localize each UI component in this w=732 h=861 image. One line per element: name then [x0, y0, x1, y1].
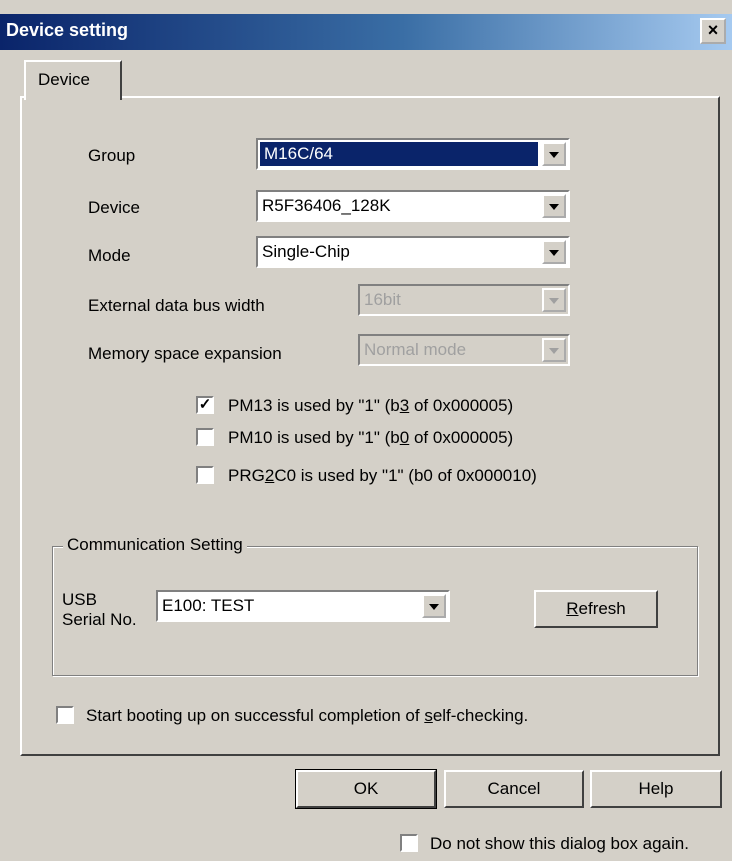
pm13-label-b: of 0x000005)	[409, 396, 514, 415]
chevron-down-icon[interactable]	[422, 594, 446, 618]
check-icon: ✓	[198, 396, 212, 413]
window-title: Device setting	[6, 20, 129, 40]
close-icon: ×	[707, 20, 719, 40]
chevron-down-icon[interactable]	[542, 240, 566, 264]
ext-bus-value: 16bit	[364, 290, 401, 309]
mem-exp-select: Normal mode	[358, 334, 570, 366]
prg2c0-label-u: 2	[264, 466, 275, 485]
prg2c0-checkbox[interactable]	[196, 466, 214, 484]
selfcheck-checkbox[interactable]	[56, 706, 74, 724]
pm10-label-b: of 0x000005)	[409, 428, 514, 447]
usb-label-line1: USB	[62, 590, 97, 609]
close-button[interactable]: ×	[700, 18, 726, 44]
title-bar[interactable]: Device setting ×	[0, 14, 732, 50]
pm10-label-u: 0	[399, 428, 410, 447]
group-value: M16C/64	[260, 142, 538, 166]
ext-bus-select: 16bit	[358, 284, 570, 316]
device-label: Device	[88, 198, 140, 217]
dont-show-label: Do not show this dialog box again.	[430, 834, 689, 853]
chevron-down-icon	[542, 338, 566, 362]
selfcheck-label-b: elf-checking.	[432, 706, 529, 725]
dont-show-checkbox[interactable]	[400, 834, 418, 852]
communication-legend: Communication Setting	[63, 535, 247, 555]
tab-device[interactable]: Device	[24, 60, 122, 100]
selfcheck-label: Start booting up on successful completio…	[86, 706, 528, 726]
pm13-label: PM13 is used by "1" (b3 of 0x000005)	[228, 396, 513, 416]
mode-select[interactable]: Single-Chip	[256, 236, 570, 268]
ext-bus-label: External data bus width	[88, 296, 265, 315]
ok-button[interactable]: OK	[295, 769, 437, 809]
mem-exp-label: Memory space expansion	[88, 344, 282, 363]
device-setting-dialog: Device setting × Device Group M16C/64 De…	[0, 0, 732, 861]
refresh-label-rest: efresh	[578, 599, 626, 618]
prg2c0-label: PRG2C0 is used by "1" (b0 of 0x000010)	[228, 466, 537, 486]
serial-no-value: E100: TEST	[162, 596, 255, 615]
device-select[interactable]: R5F36406_128K	[256, 190, 570, 222]
selfcheck-label-a: Start booting up on successful completio…	[86, 706, 425, 725]
mem-exp-value: Normal mode	[364, 340, 467, 359]
pm10-label: PM10 is used by "1" (b0 of 0x000005)	[228, 428, 513, 448]
mode-label: Mode	[88, 246, 131, 265]
pm13-label-u: 3	[399, 396, 410, 415]
refresh-label-u: R	[566, 599, 579, 618]
selfcheck-label-u: s	[424, 706, 433, 725]
usb-serial-label: USB Serial No.	[62, 590, 137, 630]
chevron-down-icon	[542, 288, 566, 312]
pm10-checkbox[interactable]	[196, 428, 214, 446]
mode-value: Single-Chip	[262, 242, 350, 261]
refresh-button[interactable]: Refresh	[534, 590, 658, 628]
device-value: R5F36406_128K	[262, 196, 391, 215]
usb-label-line2: Serial No.	[62, 610, 137, 629]
group-select[interactable]: M16C/64	[256, 138, 570, 170]
group-label: Group	[88, 146, 136, 165]
prg2c0-label-a: PRG	[228, 466, 265, 485]
pm13-checkbox[interactable]: ✓	[196, 396, 214, 414]
chevron-down-icon[interactable]	[542, 194, 566, 218]
chevron-down-icon[interactable]	[542, 142, 566, 166]
prg2c0-label-b: C0 is used by "1" (b0 of 0x000010)	[274, 466, 537, 485]
help-button[interactable]: Help	[590, 770, 722, 808]
pm10-label-a: PM10 is used by "1" (b	[228, 428, 400, 447]
tab-device-label: Device	[38, 70, 90, 89]
pm13-label-a: PM13 is used by "1" (b	[228, 396, 400, 415]
cancel-button[interactable]: Cancel	[444, 770, 584, 808]
serial-no-select[interactable]: E100: TEST	[156, 590, 450, 622]
